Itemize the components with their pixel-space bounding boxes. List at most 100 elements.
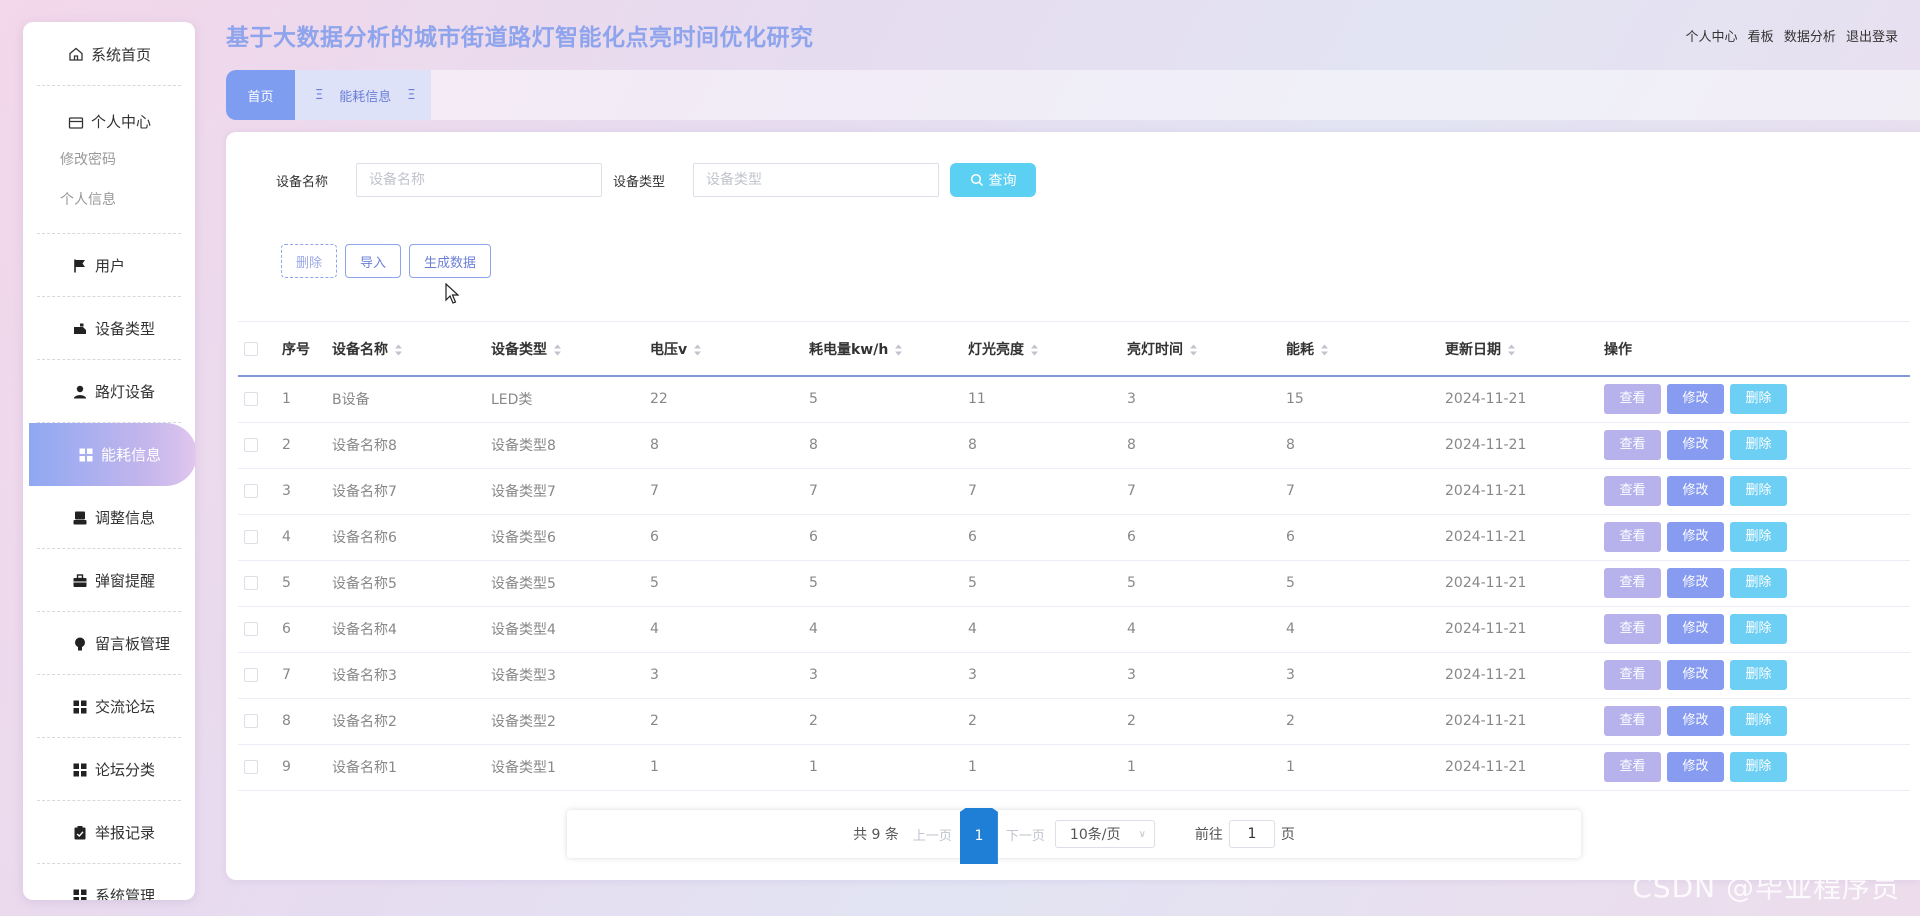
sort-icon[interactable] xyxy=(894,344,903,356)
view-button[interactable]: 查看 xyxy=(1604,568,1661,598)
sort-icon[interactable] xyxy=(553,344,562,356)
row-checkbox[interactable] xyxy=(244,484,258,498)
edit-button[interactable]: 修改 xyxy=(1667,568,1724,598)
watermark: CSDN @毕业程序员 xyxy=(1632,871,1900,904)
device-type-input[interactable] xyxy=(693,163,940,197)
batch-delete-button[interactable]: 删除 xyxy=(281,244,338,278)
column-header[interactable]: 设备类型 xyxy=(491,322,650,377)
edit-button[interactable]: 修改 xyxy=(1667,384,1724,415)
home-icon xyxy=(67,45,85,63)
row-checkbox[interactable] xyxy=(244,392,258,407)
row-checkbox[interactable] xyxy=(244,622,258,636)
column-header[interactable]: 电压v xyxy=(650,322,809,377)
row-checkbox-cell xyxy=(238,698,282,745)
table-cell: 设备类型1 xyxy=(491,744,650,791)
sidebar-item-forum[interactable]: 交流论坛 xyxy=(23,675,195,738)
column-header[interactable]: 灯光亮度 xyxy=(968,322,1127,377)
edit-button[interactable]: 修改 xyxy=(1667,706,1724,736)
select-all-checkbox[interactable] xyxy=(244,341,258,356)
grid-icon xyxy=(71,761,89,779)
table-cell: 4 xyxy=(282,514,332,561)
column-header[interactable]: 耗电量kw/h xyxy=(809,322,968,377)
sort-icon[interactable] xyxy=(394,344,403,356)
sidebar-item-message-board[interactable]: 留言板管理 xyxy=(23,612,195,675)
delete-button[interactable]: 删除 xyxy=(1730,568,1787,598)
tab-home[interactable]: 首页 xyxy=(226,70,295,120)
sidebar-item-device-type[interactable]: 设备类型 xyxy=(23,297,195,360)
sidebar-item-adjust[interactable]: 调整信息 xyxy=(23,486,195,549)
edit-button[interactable]: 修改 xyxy=(1667,752,1724,782)
delete-button[interactable]: 删除 xyxy=(1730,752,1787,782)
column-header[interactable]: 能耗 xyxy=(1286,322,1445,377)
sidebar-item-home[interactable]: 系统首页 xyxy=(23,22,195,86)
goto-page-input[interactable] xyxy=(1228,820,1275,848)
tab-energy[interactable]: Ξ 能耗信息 Ξ xyxy=(295,70,432,120)
view-button[interactable]: 查看 xyxy=(1604,706,1661,736)
import-button[interactable]: 导入 xyxy=(345,244,402,278)
view-button[interactable]: 查看 xyxy=(1604,752,1661,782)
row-checkbox[interactable] xyxy=(244,576,258,590)
delete-button[interactable]: 删除 xyxy=(1730,430,1787,460)
goto-label: 前往 xyxy=(1194,827,1223,843)
edit-button[interactable]: 修改 xyxy=(1667,522,1724,552)
delete-button[interactable]: 删除 xyxy=(1730,522,1787,552)
sort-icon[interactable] xyxy=(1030,344,1039,356)
delete-button[interactable]: 删除 xyxy=(1730,614,1787,644)
row-checkbox[interactable] xyxy=(244,714,258,728)
view-button[interactable]: 查看 xyxy=(1604,430,1661,460)
edit-button[interactable]: 修改 xyxy=(1667,614,1724,644)
device-name-input[interactable] xyxy=(356,163,603,197)
view-button[interactable]: 查看 xyxy=(1604,384,1661,415)
delete-button[interactable]: 删除 xyxy=(1730,384,1787,415)
link-logout[interactable]: 退出登录 xyxy=(1846,30,1898,45)
sidebar-item-label: 能耗信息 xyxy=(101,446,162,464)
sidebar-item-label: 路灯设备 xyxy=(95,383,156,401)
row-checkbox[interactable] xyxy=(244,668,258,682)
sidebar-item-label: 设备类型 xyxy=(95,320,156,338)
row-checkbox[interactable] xyxy=(244,530,258,544)
row-actions: 查看 修改 删除 xyxy=(1604,468,1910,515)
view-button[interactable]: 查看 xyxy=(1604,660,1661,690)
view-button[interactable]: 查看 xyxy=(1604,476,1661,506)
sidebar-subitem-change-password[interactable]: 修改密码 xyxy=(23,140,195,180)
edit-button[interactable]: 修改 xyxy=(1667,660,1724,690)
sidebar-item-report[interactable]: 举报记录 xyxy=(23,801,195,864)
delete-button[interactable]: 删除 xyxy=(1730,476,1787,506)
sort-icon[interactable] xyxy=(1507,344,1516,356)
edit-button[interactable]: 修改 xyxy=(1667,430,1724,460)
sidebar-item-personal[interactable]: 个人中心 xyxy=(23,86,195,140)
sort-icon[interactable] xyxy=(1189,344,1198,356)
page-size-select[interactable]: 10条/页 ∨ xyxy=(1054,820,1155,848)
sidebar-item-popup[interactable]: 弹窗提醒 xyxy=(23,549,195,612)
delete-button[interactable]: 删除 xyxy=(1730,660,1787,690)
view-button[interactable]: 查看 xyxy=(1604,522,1661,552)
link-data-analysis[interactable]: 数据分析 xyxy=(1784,30,1836,45)
sidebar-subitem-personal-info[interactable]: 个人信息 xyxy=(23,180,195,220)
current-page-button[interactable]: 1 xyxy=(959,808,998,864)
link-dashboard[interactable]: 看板 xyxy=(1748,30,1774,45)
sort-icon[interactable] xyxy=(693,344,702,356)
row-checkbox[interactable] xyxy=(244,760,258,774)
row-checkbox[interactable] xyxy=(244,438,258,452)
query-button[interactable]: 查询 xyxy=(950,163,1037,197)
table-cell: 6 xyxy=(1127,514,1286,561)
next-page-button[interactable]: 下一页 xyxy=(1006,825,1045,844)
sidebar-item-forum-category[interactable]: 论坛分类 xyxy=(23,738,195,801)
generate-data-button[interactable]: 生成数据 xyxy=(409,244,492,278)
edit-button[interactable]: 修改 xyxy=(1667,476,1724,506)
delete-button[interactable]: 删除 xyxy=(1730,706,1787,736)
link-personal-center[interactable]: 个人中心 xyxy=(1686,30,1738,45)
view-button[interactable]: 查看 xyxy=(1604,614,1661,644)
sidebar-item-users[interactable]: 用户 xyxy=(23,234,195,297)
sidebar-item-system[interactable]: 系统管理 xyxy=(23,864,195,900)
column-header[interactable]: 更新日期 xyxy=(1445,322,1604,377)
column-header[interactable]: 设备名称 xyxy=(332,322,491,377)
table-cell: 2024-11-21 xyxy=(1445,744,1604,791)
sidebar-item-street-light[interactable]: 路灯设备 xyxy=(23,360,195,423)
table-cell: 2 xyxy=(1127,698,1286,745)
sort-icon[interactable] xyxy=(1320,344,1329,356)
sidebar-item-energy[interactable]: 能耗信息 xyxy=(29,423,195,486)
column-header[interactable]: 亮灯时间 xyxy=(1127,322,1286,377)
prev-page-button[interactable]: 上一页 xyxy=(913,825,952,844)
table-cell: 设备类型3 xyxy=(491,652,650,699)
